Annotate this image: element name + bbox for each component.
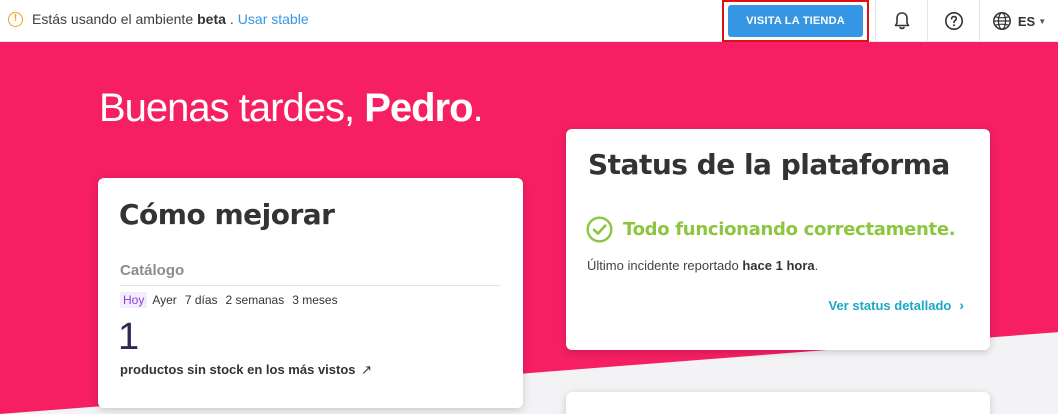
environment-notice: ! Estás usando el ambiente beta. Usar st…	[8, 11, 309, 27]
section-divider	[120, 285, 500, 286]
top-bar: ! Estás usando el ambiente beta. Usar st…	[0, 0, 1058, 42]
status-ok-row: Todo funcionando correctamente.	[586, 216, 956, 243]
secondary-card	[566, 392, 990, 414]
bell-icon	[894, 12, 909, 30]
detailed-status-label: Ver status detallado	[828, 297, 952, 313]
improve-card-title: Cómo mejorar	[119, 198, 335, 231]
language-selector[interactable]: ES ▼	[979, 0, 1058, 42]
catalog-section-label: Catálogo	[120, 262, 185, 279]
out-of-stock-count: 1	[118, 316, 140, 358]
detailed-status-link[interactable]: Ver status detallado ›	[829, 297, 965, 313]
language-label: ES	[1017, 13, 1036, 29]
period-tab-3-months[interactable]: 3 meses	[289, 292, 340, 308]
help-button[interactable]	[927, 0, 979, 42]
use-stable-link[interactable]: Usar stable	[238, 11, 309, 27]
env-notice-text: Estás usando el ambiente	[32, 11, 194, 27]
chevron-down-icon: ▼	[1038, 16, 1047, 26]
status-card-title: Status de la plataforma	[588, 148, 950, 181]
incident-time: hace 1 hora	[742, 258, 815, 273]
help-icon	[944, 12, 963, 30]
period-tab-yesterday[interactable]: Ayer	[149, 292, 179, 308]
external-arrow-icon: ↗	[361, 362, 373, 377]
incident-prefix: Último incidente reportado	[587, 258, 743, 273]
notifications-button[interactable]	[875, 0, 927, 42]
out-of-stock-label: productos sin stock en los más vistos	[120, 362, 356, 377]
out-of-stock-link[interactable]: productos sin stock en los más vistos ↗	[120, 362, 372, 378]
globe-icon	[992, 12, 1011, 30]
chevron-right-icon: ›	[959, 297, 964, 313]
visit-store-button[interactable]: VISITA LA TIENDA	[728, 5, 863, 37]
improve-card: Cómo mejorar Catálogo Hoy Ayer 7 días 2 …	[98, 178, 523, 408]
period-tab-7-days[interactable]: 7 días	[182, 292, 221, 308]
greeting-title: Buenas tardes, Pedro.	[99, 86, 484, 131]
period-tab-today[interactable]: Hoy	[120, 292, 148, 308]
last-incident-text: Último incidente reportado hace 1 hora.	[587, 258, 818, 273]
status-ok-text: Todo funcionando correctamente.	[623, 219, 956, 240]
user-name: Pedro	[364, 86, 473, 130]
incident-suffix: .	[814, 258, 819, 273]
greeting-suffix: .	[472, 86, 484, 130]
period-tab-2-weeks[interactable]: 2 semanas	[223, 292, 288, 308]
greeting-prefix: Buenas tardes,	[99, 86, 365, 130]
warning-icon: !	[8, 11, 23, 27]
period-tabs: Hoy Ayer 7 días 2 semanas 3 meses	[120, 292, 343, 308]
check-circle-icon	[586, 216, 613, 243]
env-notice-suffix: .	[229, 11, 234, 27]
visit-store-highlight: VISITA LA TIENDA	[722, 0, 869, 42]
env-name: beta	[197, 11, 226, 27]
platform-status-card: Status de la plataforma Todo funcionando…	[566, 129, 990, 350]
